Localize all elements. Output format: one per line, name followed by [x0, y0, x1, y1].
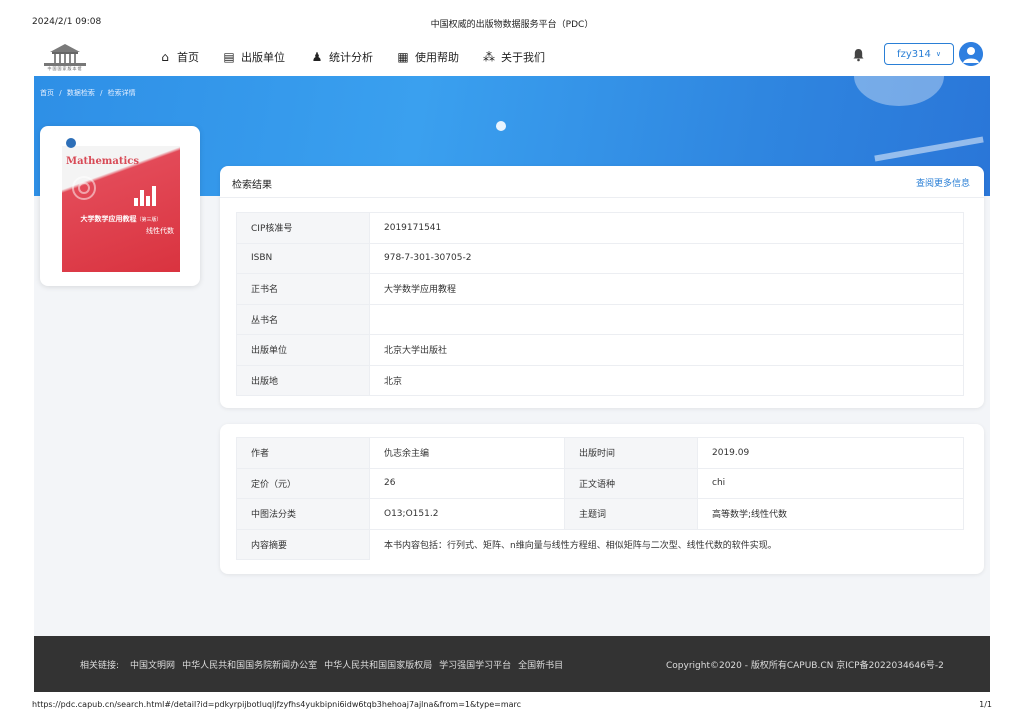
panel-header: 检索结果 查阅更多信息	[220, 166, 984, 198]
book-cover-card: Mathematics 大学数学应用教程（第三版） 线性代数	[40, 126, 200, 286]
more-info-link[interactable]: 查阅更多信息	[916, 176, 970, 189]
pubdate-key: 出版时间	[564, 437, 698, 469]
nav-home[interactable]: ⌂ 首页	[158, 49, 199, 65]
book-icon: ▤	[223, 50, 235, 64]
subject-value: 高等数学;线性代数	[697, 498, 964, 530]
nav-statistics-label: 统计分析	[329, 51, 373, 64]
breadcrumb: 首页 / 数据检索 / 检索详情	[40, 88, 136, 98]
footer-link[interactable]: 中国文明网	[130, 658, 175, 671]
classification-value: O13;O151.2	[369, 498, 565, 530]
logo-caption: 中国国家版本馆	[47, 66, 83, 71]
result-table: CIP核准号 2019171541 ISBN 978-7-301-30705-2…	[236, 212, 964, 396]
isbn-key: ISBN	[236, 242, 370, 274]
table-row: 作者 仇志余主编 出版时间 2019.09	[236, 437, 964, 469]
publisher-key: 出版单位	[236, 334, 370, 366]
language-key: 正文语种	[564, 467, 698, 499]
isbn-value: 978-7-301-30705-2	[369, 242, 964, 274]
avatar[interactable]	[959, 42, 983, 66]
help-doc-icon: ▦	[397, 50, 409, 64]
publisher-logo-icon	[66, 138, 76, 148]
bar-graphic-icon	[134, 186, 156, 206]
book-detail-panel: 作者 仇志余主编 出版时间 2019.09 定价（元） 26 正文语种 chi …	[220, 424, 984, 574]
footer-link[interactable]: 中华人民共和国国务院新闻办公室	[182, 658, 317, 671]
book-cover-image: Mathematics 大学数学应用教程（第三版） 线性代数	[62, 136, 180, 272]
breadcrumb-separator: /	[100, 89, 103, 97]
about-icon: ⁂	[483, 50, 495, 64]
cover-edition: （第三版）	[136, 217, 162, 223]
author-key: 作者	[236, 437, 370, 469]
footer-links: 相关链接: 中国文明网 中华人民共和国国务院新闻办公室 中华人民共和国国家版权局…	[80, 658, 563, 671]
footer-links-label: 相关链接:	[80, 661, 120, 671]
series-key: 丛书名	[236, 303, 370, 335]
table-row: 内容摘要 本书内容包括：行列式、矩阵、n维向量与线性方程组、相似矩阵与二次型、线…	[236, 528, 964, 560]
title-key: 正书名	[236, 273, 370, 305]
breadcrumb-separator: /	[59, 89, 62, 97]
home-icon: ⌂	[161, 50, 169, 64]
table-row: 丛书名	[236, 303, 964, 335]
table-row: 出版单位 北京大学出版社	[236, 334, 964, 366]
nav-about[interactable]: ⁂ 关于我们	[482, 49, 545, 65]
nav-home-label: 首页	[177, 51, 199, 64]
breadcrumb-home[interactable]: 首页	[40, 89, 54, 97]
print-url: https://pdc.capub.cn/search.html#/detail…	[32, 700, 522, 709]
place-key: 出版地	[236, 364, 370, 396]
cover-subtitle: 线性代数	[146, 227, 174, 235]
nav-statistics[interactable]: ♟ 统计分析	[310, 49, 373, 65]
author-value: 仇志余主编	[369, 437, 565, 469]
search-result-panel: 检索结果 查阅更多信息 CIP核准号 2019171541 ISBN 978-7…	[220, 166, 984, 408]
table-row: 定价（元） 26 正文语种 chi	[236, 467, 964, 499]
nav-publishers[interactable]: ▤ 出版单位	[222, 49, 285, 65]
users-icon: ♟	[311, 50, 323, 64]
user-avatar-icon	[959, 42, 983, 66]
table-row: 中图法分类 O13;O151.2 主题词 高等数学;线性代数	[236, 498, 964, 530]
footer-copyright: Copyright©2020 - 版权所有CAPUB.CN 京ICP备20220…	[666, 661, 944, 671]
price-key: 定价（元）	[236, 467, 370, 499]
footer-link[interactable]: 学习强国学习平台	[439, 658, 511, 671]
breadcrumb-detail: 检索详情	[107, 89, 136, 97]
table-row: 出版地 北京	[236, 364, 964, 396]
place-value: 北京	[369, 364, 964, 396]
subject-key: 主题词	[564, 498, 698, 530]
nav-help-label: 使用帮助	[415, 51, 459, 64]
summary-value: 本书内容包括：行列式、矩阵、n维向量与线性方程组、相似矩阵与二次型、线性代数的软…	[369, 529, 964, 560]
table-row: ISBN 978-7-301-30705-2	[236, 242, 964, 274]
user-menu-button[interactable]: fzy314 ∨	[884, 43, 954, 65]
panel-title: 检索结果	[232, 180, 272, 191]
nav-help[interactable]: ▦ 使用帮助	[396, 49, 459, 65]
detail-table: 作者 仇志余主编 出版时间 2019.09 定价（元） 26 正文语种 chi …	[236, 437, 964, 560]
price-value: 26	[369, 467, 565, 499]
cip-key: CIP核准号	[236, 212, 370, 244]
cover-heading: Mathematics	[66, 156, 139, 167]
footer-link[interactable]: 中华人民共和国国家版权局	[324, 658, 432, 671]
cover-title: 大学数学应用教程	[80, 214, 137, 223]
print-footer: https://pdc.capub.cn/search.html#/detail…	[0, 698, 1024, 724]
cip-value: 2019171541	[369, 212, 964, 244]
breadcrumb-search[interactable]: 数据检索	[67, 89, 95, 97]
bell-icon[interactable]	[852, 48, 865, 66]
summary-key: 内容摘要	[236, 528, 370, 560]
print-page-number: 1/1	[979, 700, 992, 709]
print-page-title: 中国权威的出版物数据服务平台（PDC）	[430, 20, 594, 30]
title-value: 大学数学应用教程	[369, 273, 964, 305]
classification-key: 中图法分类	[236, 498, 370, 530]
username-label: fzy314	[897, 48, 931, 60]
table-row: 正书名 大学数学应用教程	[236, 273, 964, 305]
publisher-value: 北京大学出版社	[369, 334, 964, 366]
top-navbar: 中国国家版本馆 ⌂ 首页 ▤ 出版单位 ♟ 统计分析 ▦ 使用帮助 ⁂ 关于我们…	[34, 40, 990, 76]
site-footer: 相关链接: 中国文明网 中华人民共和国国务院新闻办公室 中华人民共和国国家版权局…	[34, 636, 990, 692]
chevron-down-icon: ∨	[935, 50, 941, 58]
print-header: 2024/2/1 09:08 中国权威的出版物数据服务平台（PDC）	[0, 0, 1024, 40]
nav-publishers-label: 出版单位	[241, 51, 285, 64]
series-value	[369, 303, 964, 335]
site-logo[interactable]: 中国国家版本馆	[38, 42, 92, 74]
nav-about-label: 关于我们	[501, 51, 545, 64]
pubdate-value: 2019.09	[697, 437, 964, 469]
footer-link[interactable]: 全国新书目	[518, 658, 563, 671]
language-value: chi	[697, 467, 964, 499]
table-row: CIP核准号 2019171541	[236, 212, 964, 244]
